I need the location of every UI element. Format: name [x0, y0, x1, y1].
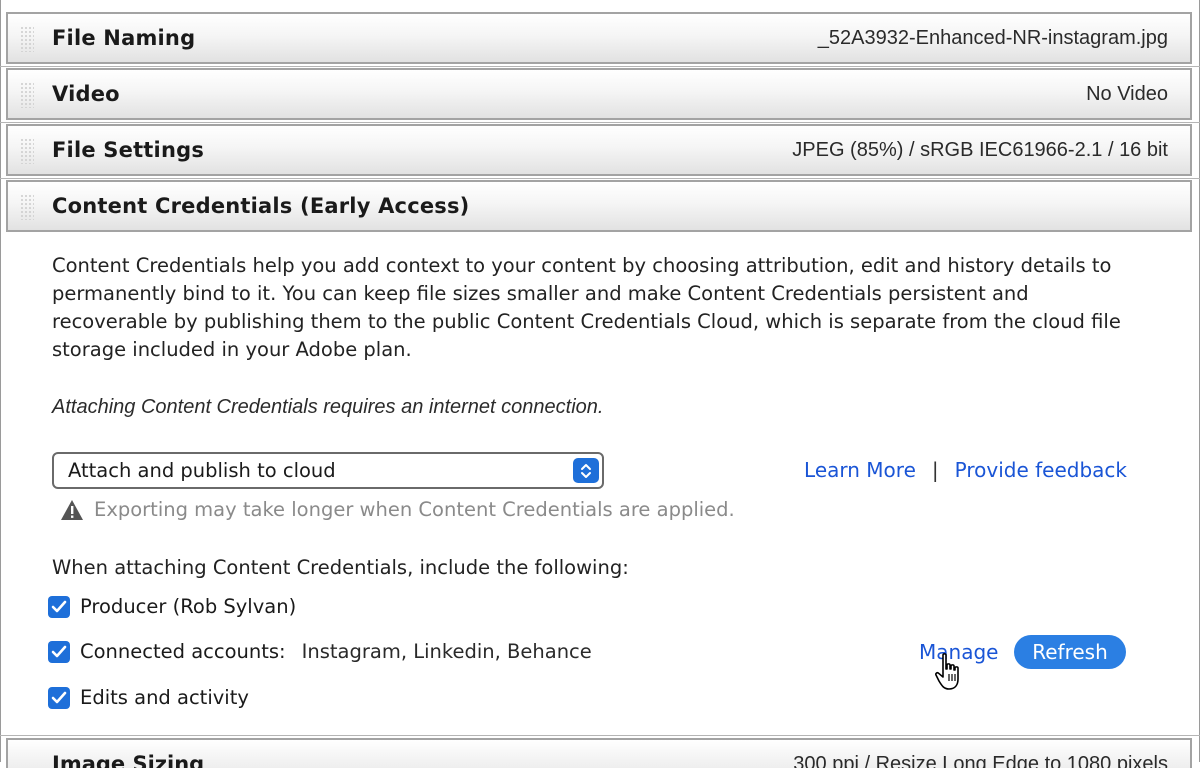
learn-more-link[interactable]: Learn More	[804, 458, 916, 482]
drag-grip-icon	[20, 82, 34, 108]
warning-text: Exporting may take longer when Content C…	[94, 498, 735, 521]
divider	[0, 66, 1200, 67]
connected-accounts-checkbox[interactable]	[48, 640, 70, 663]
section-title: Content Credentials (Early Access)	[52, 194, 470, 218]
export-warning: Exporting may take longer when Content C…	[60, 498, 735, 521]
warning-triangle-icon	[60, 499, 84, 521]
producer-label: Producer (Rob Sylvan)	[80, 595, 297, 618]
section-summary: JPEG (85%) / sRGB IEC61966-2.1 / 16 bit	[792, 138, 1168, 161]
section-image-sizing[interactable]: Image Sizing 300 ppi / Resize Long Edge …	[6, 738, 1192, 768]
hand-pointer-icon	[934, 652, 968, 696]
refresh-button[interactable]: Refresh	[1014, 635, 1126, 669]
connected-accounts-label: Connected accounts:	[80, 640, 286, 663]
section-summary: _52A3932-Enhanced-NR-instagram.jpg	[817, 26, 1168, 49]
section-file-settings[interactable]: File Settings JPEG (85%) / sRGB IEC61966…	[6, 124, 1192, 176]
up-down-chevron-icon	[573, 458, 599, 483]
divider	[0, 178, 1200, 179]
content-credentials-description: Content Credentials help you add context…	[52, 254, 1121, 361]
divider	[0, 735, 1200, 736]
link-separator: |	[931, 458, 939, 482]
checkmark-icon	[51, 600, 67, 612]
section-title: File Naming	[52, 26, 196, 50]
section-title: Image Sizing	[52, 752, 205, 768]
drag-grip-icon	[20, 26, 34, 52]
internet-connection-note: Attaching Content Credentials requires a…	[52, 396, 604, 418]
edits-activity-checkbox[interactable]	[48, 686, 70, 709]
help-links: Learn More | Provide feedback	[804, 458, 1127, 482]
section-video[interactable]: Video No Video	[6, 68, 1192, 120]
edits-activity-row: Edits and activity	[48, 686, 249, 709]
drag-grip-icon	[20, 194, 34, 220]
producer-row: Producer (Rob Sylvan)	[48, 595, 296, 618]
producer-checkbox[interactable]	[48, 595, 70, 618]
section-title: Video	[52, 82, 120, 106]
select-value: Attach and publish to cloud	[68, 459, 336, 482]
provide-feedback-link[interactable]: Provide feedback	[955, 458, 1127, 482]
section-title: File Settings	[52, 138, 205, 162]
checkmark-icon	[51, 691, 67, 703]
section-file-naming[interactable]: File Naming _52A3932-Enhanced-NR-instagr…	[6, 12, 1192, 64]
connected-accounts-row: Connected accounts: Instagram, Linkedin,…	[48, 640, 592, 663]
divider	[0, 122, 1200, 123]
edits-activity-label: Edits and activity	[80, 686, 249, 709]
connected-accounts-list: Instagram, Linkedin, Behance	[301, 640, 592, 663]
section-summary: No Video	[1086, 82, 1168, 105]
include-following-label: When attaching Content Credentials, incl…	[52, 556, 629, 579]
credentials-mode-select[interactable]: Attach and publish to cloud	[52, 452, 604, 489]
checkmark-icon	[51, 645, 67, 657]
drag-grip-icon	[20, 138, 34, 164]
section-summary: 300 ppi / Resize Long Edge to 1080 pixel…	[793, 753, 1168, 768]
section-content-credentials[interactable]: Content Credentials (Early Access)	[6, 180, 1192, 232]
